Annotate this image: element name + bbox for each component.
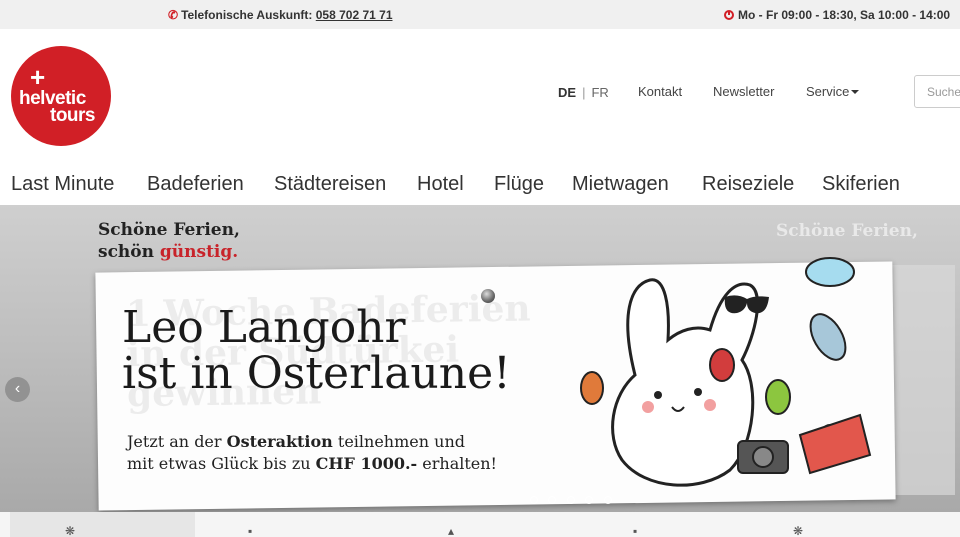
headline-line1: Leo Langohr <box>122 302 406 353</box>
clock-icon <box>724 10 734 20</box>
nav-fluege[interactable]: Flüge <box>494 173 544 196</box>
slider-dots <box>530 491 618 509</box>
kontakt-link[interactable]: Kontakt <box>638 84 682 99</box>
tab-last-minute[interactable]: ❋ <box>10 512 195 537</box>
hero-headline: Leo Langohr ist in Osterlaune! <box>122 305 511 397</box>
lang-separator: | <box>582 85 586 100</box>
lang-de[interactable]: DE <box>558 85 576 100</box>
bunny-cheek-right <box>704 399 716 411</box>
bunny-eye-left <box>654 391 662 399</box>
palm-tree-icon: ❋ <box>65 524 76 537</box>
opening-hours: Mo - Fr 09:00 - 18:30, Sa 10:00 - 14:00 <box>724 8 950 22</box>
helvetic-tours-logo[interactable]: + helvetic tours <box>11 46 111 146</box>
main-nav: Last Minute Badeferien Städtereisen Hote… <box>0 165 960 205</box>
tagline-prefix: schön <box>98 242 160 262</box>
phone-link[interactable]: 058 702 71 71 <box>316 8 393 22</box>
easter-egg-orange <box>580 371 604 405</box>
hero-subline: Jetzt an der Osteraktion teilnehmen und … <box>127 431 497 475</box>
language-switch: DE | FR <box>558 85 609 100</box>
phone-info: ✆ Telefonische Auskunft: 058 702 71 71 <box>168 8 393 22</box>
sub-bold1: Osteraktion <box>226 432 333 451</box>
suitcase-icon[interactable]: ▪ <box>248 525 262 537</box>
slider-dot[interactable] <box>585 496 594 504</box>
caret-down-icon <box>851 90 860 94</box>
bunny-cheek-left <box>642 401 654 413</box>
headline-line2: ist in Osterlaune! <box>122 348 511 399</box>
slider-dot[interactable] <box>530 496 538 504</box>
sub-part2: teilnehmen und <box>332 432 465 451</box>
lang-fr[interactable]: FR <box>591 85 608 100</box>
hero-banner[interactable]: Schöne Ferien, Schöne Ferien, schön güns… <box>0 205 960 512</box>
beach-icon[interactable]: ❋ <box>793 525 807 537</box>
phone-label: Telefonische Auskunft: <box>181 8 313 22</box>
nav-hotel[interactable]: Hotel <box>417 173 464 196</box>
city-icon[interactable]: ▴ <box>448 525 462 537</box>
phone-icon: ✆ <box>168 8 179 22</box>
ghost-tagline: Schöne Ferien, <box>776 221 918 241</box>
pin-icon <box>481 289 495 303</box>
info-bar: ✆ Telefonische Auskunft: 058 702 71 71 Mo… <box>0 0 960 29</box>
nav-last-minute[interactable]: Last Minute <box>11 173 114 196</box>
nav-reiseziele[interactable]: Reiseziele <box>702 173 794 196</box>
category-tabs: ❋ ▪ ▴ ▪ ❋ <box>0 512 960 537</box>
chevron-left-icon: ‹ <box>14 380 21 397</box>
sub-part1: Jetzt an der <box>127 432 227 451</box>
subline-row1: Jetzt an der Osteraktion teilnehmen und <box>127 431 497 453</box>
search-input[interactable] <box>914 75 960 108</box>
bunny-eye-right <box>694 388 702 396</box>
easter-bunny-illustration <box>580 257 872 487</box>
easter-egg-green <box>765 379 791 415</box>
hotel-icon[interactable]: ▪ <box>633 525 647 537</box>
service-label: Service <box>806 84 850 99</box>
opening-hours-text: Mo - Fr 09:00 - 18:30, Sa 10:00 - 14:00 <box>738 8 951 22</box>
slider-dot[interactable] <box>566 496 575 504</box>
sub-part4: erhalten! <box>417 454 497 473</box>
service-menu[interactable]: Service <box>806 84 860 99</box>
hero-tagline: Schöne Ferien, schön günstig. <box>98 219 240 263</box>
snorkel-mask-icon <box>805 257 855 287</box>
slider-dot[interactable] <box>548 496 557 504</box>
logo-line2: tours <box>50 105 96 126</box>
newsletter-link[interactable]: Newsletter <box>713 84 774 99</box>
nav-mietwagen[interactable]: Mietwagen <box>572 173 669 196</box>
logo-plus: + <box>30 62 46 92</box>
subline-row2: mit etwas Glück bis zu CHF 1000.- erhalt… <box>127 453 497 475</box>
nav-skiferien[interactable]: Skiferien <box>822 173 900 196</box>
flip-flop-icon <box>809 313 847 361</box>
slider-dot[interactable] <box>603 496 612 504</box>
diving-fins-icon <box>798 413 872 475</box>
tagline-accent: günstig. <box>159 242 239 262</box>
nav-badeferien[interactable]: Badeferien <box>147 173 244 196</box>
easter-egg-red <box>709 348 735 382</box>
sub-bold2: CHF 1000.- <box>315 454 418 473</box>
nav-staedtereisen[interactable]: Städtereisen <box>274 173 386 196</box>
tagline-line2: schön günstig. <box>98 241 240 263</box>
tagline-line1: Schöne Ferien, <box>98 220 240 240</box>
camera-lens <box>752 446 774 468</box>
sub-part3: mit etwas Glück bis zu <box>127 454 316 473</box>
slider-prev-button[interactable]: ‹ <box>5 377 30 402</box>
